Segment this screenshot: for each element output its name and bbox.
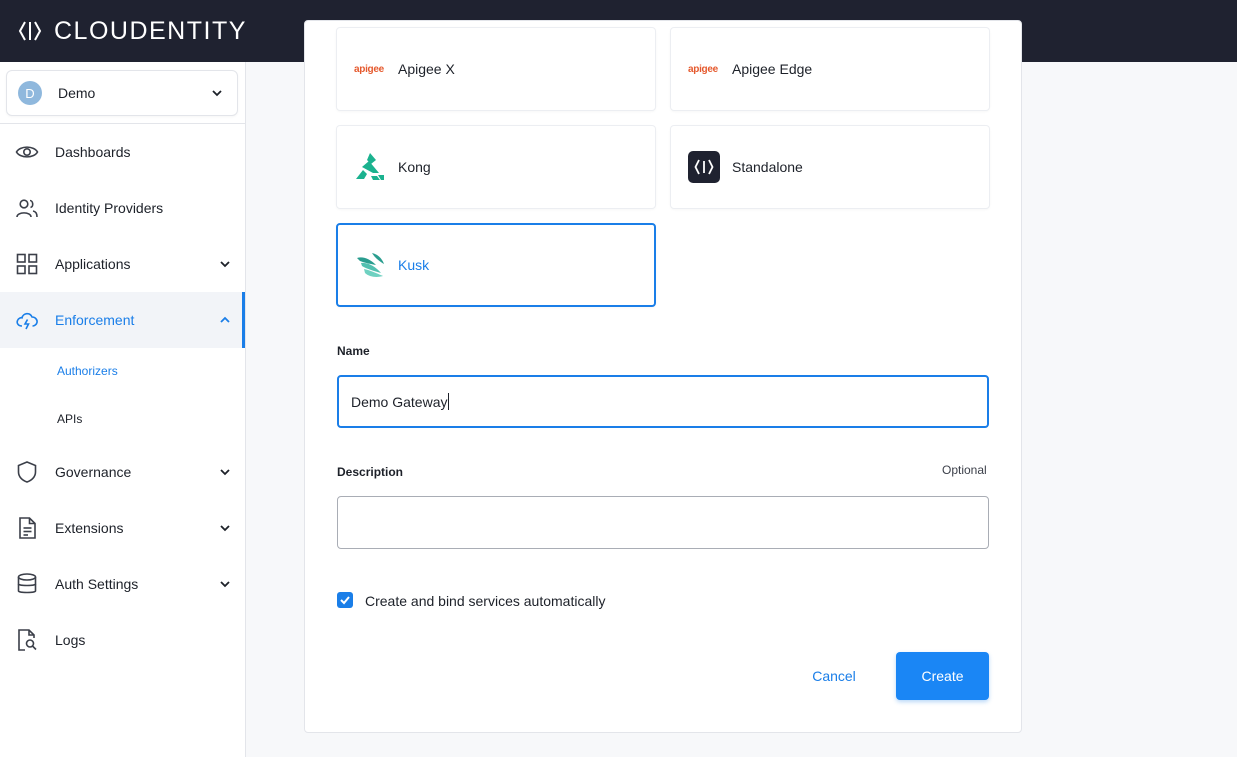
sidebar-item-label: Enforcement xyxy=(55,312,135,328)
cloud-bolt-icon xyxy=(16,312,38,330)
sidebar-item-applications[interactable]: Applications xyxy=(0,236,245,292)
gateway-option-apigee-edge[interactable]: apigee Apigee Edge xyxy=(670,27,990,111)
sidebar-item-extensions[interactable]: Extensions xyxy=(0,500,245,556)
kong-logo-icon xyxy=(356,153,384,180)
sidebar-item-label: Extensions xyxy=(55,520,124,536)
sidebar-subitem-apis[interactable]: APIs xyxy=(57,412,82,426)
auto-bind-checkbox-label[interactable]: Create and bind services automatically xyxy=(365,593,605,609)
sidebar-item-label: Dashboards xyxy=(55,144,131,160)
create-button[interactable]: Create xyxy=(896,652,989,700)
shield-icon xyxy=(17,461,37,483)
file-search-icon xyxy=(18,629,37,651)
grid-icon xyxy=(16,253,38,275)
document-icon xyxy=(19,517,36,539)
sidebar-item-label: Identity Providers xyxy=(55,200,164,216)
check-icon xyxy=(340,596,350,605)
app-name: CLOUDENTITY xyxy=(54,16,247,45)
gateway-option-standalone[interactable]: Standalone xyxy=(670,125,990,209)
apigee-logo: apigee xyxy=(688,63,718,75)
chevron-down-icon xyxy=(212,90,222,97)
chevron-down-icon xyxy=(220,261,230,268)
chevron-down-icon xyxy=(220,581,230,588)
tenant-selector[interactable]: D Demo xyxy=(6,70,238,116)
chevron-down-icon xyxy=(220,525,230,532)
eye-icon xyxy=(15,146,39,158)
standalone-logo-icon xyxy=(688,151,720,183)
sidebar-item-label: Applications xyxy=(55,256,131,272)
avatar: D xyxy=(18,81,42,105)
sidebar-item-enforcement[interactable]: Enforcement xyxy=(0,292,245,348)
apigee-logo: apigee xyxy=(354,63,384,75)
name-input[interactable]: Demo Gateway xyxy=(337,375,989,428)
description-label: Description xyxy=(337,465,404,479)
auto-bind-checkbox[interactable] xyxy=(337,592,353,608)
logo-icon xyxy=(18,21,42,41)
sidebar: D Demo Dashboards Identity Providers App… xyxy=(0,62,246,757)
name-input-value: Demo Gateway xyxy=(351,393,448,410)
gateway-option-label: Apigee Edge xyxy=(732,61,813,77)
sidebar-item-label: Governance xyxy=(55,464,132,480)
cancel-button[interactable]: Cancel xyxy=(800,663,868,689)
chevron-down-icon xyxy=(220,469,230,476)
gateway-option-kusk[interactable]: Kusk xyxy=(336,223,656,307)
gateway-option-label: Standalone xyxy=(732,159,803,175)
gateway-option-kong[interactable]: Kong xyxy=(336,125,656,209)
gateway-option-apigee-x[interactable]: apigee Apigee X xyxy=(336,27,656,111)
sidebar-item-logs[interactable]: Logs xyxy=(0,612,245,668)
gateway-option-label: Kusk xyxy=(398,257,430,273)
cloudentity-logo[interactable]: CLOUDENTITY xyxy=(18,17,247,46)
tenant-name: Demo xyxy=(58,85,96,101)
sidebar-item-auth-settings[interactable]: Auth Settings xyxy=(0,556,245,612)
text-caret xyxy=(448,393,450,410)
sidebar-item-label: Auth Settings xyxy=(55,576,139,592)
gateway-option-label: Kong xyxy=(398,159,431,175)
sidebar-item-identity-providers[interactable]: Identity Providers xyxy=(0,180,245,236)
description-input[interactable] xyxy=(337,496,989,549)
sidebar-item-governance[interactable]: Governance xyxy=(0,444,245,500)
gateway-option-label: Apigee X xyxy=(398,61,455,77)
kusk-logo-icon xyxy=(357,253,384,277)
optional-label: Optional xyxy=(942,463,987,477)
chevron-up-icon xyxy=(220,316,230,323)
sidebar-item-dashboards[interactable]: Dashboards xyxy=(0,124,245,180)
sidebar-item-label: Logs xyxy=(55,632,86,648)
name-label: Name xyxy=(337,344,370,358)
users-icon xyxy=(16,199,38,218)
sidebar-subitem-authorizers[interactable]: Authorizers xyxy=(57,364,118,378)
database-icon xyxy=(17,573,37,594)
